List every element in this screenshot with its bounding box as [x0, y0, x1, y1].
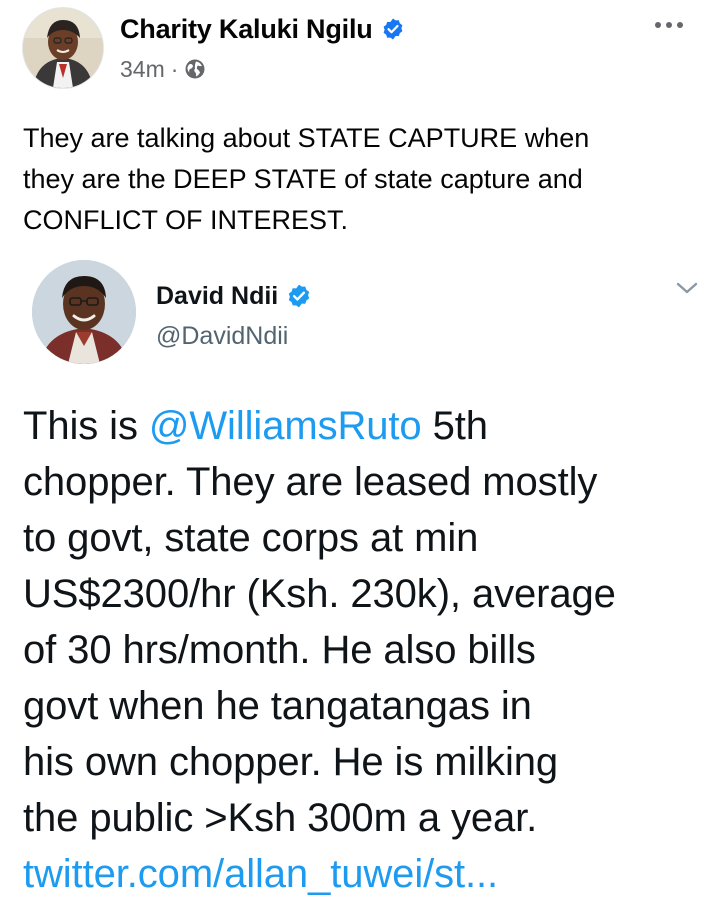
author-name[interactable]: Charity Kaluki Ngilu: [120, 14, 373, 45]
meta-separator: ·: [170, 55, 179, 82]
tweet-line: the public >Ksh 300m a year.: [23, 796, 538, 840]
globe-icon[interactable]: [184, 58, 206, 80]
tweet-author-avatar[interactable]: [32, 260, 136, 364]
tweet-line: govt when he tangatangas in: [23, 684, 532, 728]
caption-line: they are the DEEP STATE of state capture…: [23, 164, 583, 194]
tweet-author-handle[interactable]: @DavidNdii: [156, 322, 288, 351]
author-avatar[interactable]: [23, 8, 103, 88]
tweet-line: his own chopper. He is milking: [23, 740, 559, 784]
chevron-down-icon[interactable]: [672, 276, 702, 300]
tweet-mention-link[interactable]: @WilliamsRuto: [149, 404, 422, 448]
tweet-line-suffix: 5th: [421, 404, 488, 448]
tweet-line: US$2300/hr (Ksh. 230k), average: [23, 572, 616, 616]
more-dot: [666, 22, 672, 28]
post-header: Charity Kaluki Ngilu 34m ·: [0, 0, 712, 100]
caption-line: CONFLICT OF INTEREST.: [23, 205, 349, 235]
post-timestamp[interactable]: 34m: [120, 56, 165, 83]
tweet-author-name[interactable]: David Ndii: [156, 282, 278, 311]
more-options-icon[interactable]: [646, 10, 692, 40]
post-caption: They are talking about STATE CAPTURE whe…: [23, 118, 688, 241]
more-dot: [677, 22, 683, 28]
more-dot: [655, 22, 661, 28]
author-avatar-photo: [23, 8, 103, 88]
tweet-body: This is @WilliamsRuto 5th chopper. They …: [23, 398, 703, 902]
tweet-author-photo: [32, 260, 136, 364]
tweet-author-row: David Ndii: [156, 279, 312, 313]
verified-badge-icon: [286, 283, 312, 309]
author-row: Charity Kaluki Ngilu: [120, 12, 405, 46]
tweet-line: to govt, state corps at min: [23, 516, 479, 560]
tweet-line: This is @WilliamsRuto 5th: [23, 398, 703, 454]
post-meta: 34m ·: [120, 54, 206, 84]
caption-line: They are talking about STATE CAPTURE whe…: [23, 123, 590, 153]
tweet-url-link[interactable]: twitter.com/allan_tuwei/st...: [23, 846, 703, 902]
tweet-line: of 30 hrs/month. He also bills: [23, 628, 536, 672]
tweet-line: chopper. They are leased mostly: [23, 460, 598, 504]
verified-badge-icon: [381, 17, 405, 41]
tweet-line-prefix: This is: [23, 404, 149, 448]
